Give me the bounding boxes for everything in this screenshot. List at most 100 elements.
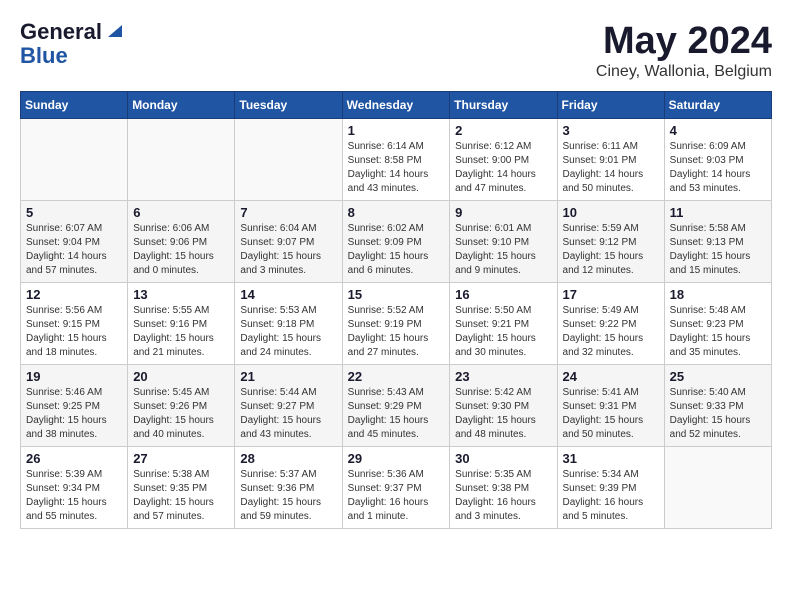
calendar-cell: 16 Sunrise: 5:50 AMSunset: 9:21 PMDayligh… xyxy=(450,283,557,365)
day-info: Sunrise: 5:49 AMSunset: 9:22 PMDaylight:… xyxy=(563,304,659,360)
day-number: 2 xyxy=(455,123,551,138)
calendar-cell xyxy=(235,119,342,201)
calendar-cell: 27Sunrise: 5:38 AMSunset: 9:35 PMDayligh… xyxy=(128,447,235,529)
page-subtitle: Ciney, Wallonia, Belgium xyxy=(596,63,772,81)
day-number: 29 xyxy=(348,451,445,466)
day-info: Sunrise: 5:59 AMSunset: 9:12 PMDaylight:… xyxy=(563,222,659,278)
day-info: Sunrise: 6:07 AMSunset: 9:04 PMDaylight:… xyxy=(26,222,122,278)
logo-triangle-icon xyxy=(104,21,122,39)
day-number: 13 xyxy=(133,287,229,302)
calendar-cell: 18Sunrise: 5:48 AMSunset: 9:23 PMDayligh… xyxy=(664,283,771,365)
calendar-body: 1Sunrise: 6:14 AMSunset: 8:58 PMDaylight… xyxy=(21,119,772,529)
day-number: 31 xyxy=(563,451,659,466)
day-number: 22 xyxy=(348,369,445,384)
weekday-header-sunday: Sunday xyxy=(21,92,128,119)
day-info: Sunrise: 6:14 AMSunset: 8:58 PMDaylight:… xyxy=(348,140,445,196)
calendar-cell: 24 Sunrise: 5:41 AMSunset: 9:31 PMDayligh… xyxy=(557,365,664,447)
weekday-header-monday: Monday xyxy=(128,92,235,119)
weekday-header-tuesday: Tuesday xyxy=(235,92,342,119)
calendar-cell: 4Sunrise: 6:09 AMSunset: 9:03 PMDaylight… xyxy=(664,119,771,201)
calendar-cell xyxy=(128,119,235,201)
weekday-header-friday: Friday xyxy=(557,92,664,119)
weekday-header-thursday: Thursday xyxy=(450,92,557,119)
day-info: Sunrise: 5:55 AMSunset: 9:16 PMDaylight:… xyxy=(133,304,229,360)
calendar-cell: 8 Sunrise: 6:02 AMSunset: 9:09 PMDaylight… xyxy=(342,201,450,283)
header: General Blue May 2024 Ciney, Wallonia, B… xyxy=(20,20,772,81)
day-number: 30 xyxy=(455,451,551,466)
calendar-cell: 9 Sunrise: 6:01 AMSunset: 9:10 PMDaylight… xyxy=(450,201,557,283)
day-info: Sunrise: 5:34 AMSunset: 9:39 PMDaylight:… xyxy=(563,468,659,524)
day-info: Sunrise: 5:45 AMSunset: 9:26 PMDaylight:… xyxy=(133,386,229,442)
calendar-cell: 7 Sunrise: 6:04 AMSunset: 9:07 PMDaylight… xyxy=(235,201,342,283)
day-number: 15 xyxy=(348,287,445,302)
day-info: Sunrise: 6:04 AMSunset: 9:07 PMDaylight:… xyxy=(240,222,336,278)
calendar-cell: 31 Sunrise: 5:34 AMSunset: 9:39 PMDayligh… xyxy=(557,447,664,529)
calendar-cell: 3Sunrise: 6:11 AMSunset: 9:01 PMDaylight… xyxy=(557,119,664,201)
logo-general-text: General xyxy=(20,20,102,44)
day-info: Sunrise: 6:11 AMSunset: 9:01 PMDaylight:… xyxy=(563,140,659,196)
calendar-week-1: 1Sunrise: 6:14 AMSunset: 8:58 PMDaylight… xyxy=(21,119,772,201)
day-number: 20 xyxy=(133,369,229,384)
day-info: Sunrise: 5:42 AMSunset: 9:30 PMDaylight:… xyxy=(455,386,551,442)
calendar-cell: 13 Sunrise: 5:55 AMSunset: 9:16 PMDayligh… xyxy=(128,283,235,365)
calendar-header: SundayMondayTuesdayWednesdayThursdayFrid… xyxy=(21,92,772,119)
day-number: 23 xyxy=(455,369,551,384)
calendar-cell: 28 Sunrise: 5:37 AMSunset: 9:36 PMDayligh… xyxy=(235,447,342,529)
day-info: Sunrise: 5:37 AMSunset: 9:36 PMDaylight:… xyxy=(240,468,336,524)
day-number: 28 xyxy=(240,451,336,466)
day-number: 27 xyxy=(133,451,229,466)
logo: General Blue xyxy=(20,20,122,68)
day-info: Sunrise: 5:35 AMSunset: 9:38 PMDaylight:… xyxy=(455,468,551,524)
day-number: 11 xyxy=(670,205,766,220)
calendar-week-2: 5 Sunrise: 6:07 AMSunset: 9:04 PMDaylight… xyxy=(21,201,772,283)
day-number: 26 xyxy=(26,451,122,466)
day-number: 16 xyxy=(455,287,551,302)
calendar-cell: 19 Sunrise: 5:46 AMSunset: 9:25 PMDayligh… xyxy=(21,365,128,447)
day-number: 25 xyxy=(670,369,766,384)
title-area: May 2024 Ciney, Wallonia, Belgium xyxy=(596,20,772,81)
calendar-week-4: 19 Sunrise: 5:46 AMSunset: 9:25 PMDayligh… xyxy=(21,365,772,447)
calendar-cell: 30 Sunrise: 5:35 AMSunset: 9:38 PMDayligh… xyxy=(450,447,557,529)
day-info: Sunrise: 6:12 AMSunset: 9:00 PMDaylight:… xyxy=(455,140,551,196)
calendar-cell: 15Sunrise: 5:52 AMSunset: 9:19 PMDayligh… xyxy=(342,283,450,365)
day-info: Sunrise: 5:39 AMSunset: 9:34 PMDaylight:… xyxy=(26,468,122,524)
day-info: Sunrise: 5:53 AMSunset: 9:18 PMDaylight:… xyxy=(240,304,336,360)
day-info: Sunrise: 6:02 AMSunset: 9:09 PMDaylight:… xyxy=(348,222,445,278)
calendar-cell: 29Sunrise: 5:36 AMSunset: 9:37 PMDayligh… xyxy=(342,447,450,529)
day-number: 6 xyxy=(133,205,229,220)
day-info: Sunrise: 5:50 AMSunset: 9:21 PMDaylight:… xyxy=(455,304,551,360)
day-number: 8 xyxy=(348,205,445,220)
calendar-cell: 23 Sunrise: 5:42 AMSunset: 9:30 PMDayligh… xyxy=(450,365,557,447)
calendar-cell xyxy=(21,119,128,201)
calendar-cell: 21Sunrise: 5:44 AMSunset: 9:27 PMDayligh… xyxy=(235,365,342,447)
day-number: 4 xyxy=(670,123,766,138)
calendar-cell: 20 Sunrise: 5:45 AMSunset: 9:26 PMDayligh… xyxy=(128,365,235,447)
day-number: 5 xyxy=(26,205,122,220)
day-number: 17 xyxy=(563,287,659,302)
day-number: 7 xyxy=(240,205,336,220)
page-title: May 2024 xyxy=(596,20,772,63)
day-info: Sunrise: 5:41 AMSunset: 9:31 PMDaylight:… xyxy=(563,386,659,442)
weekday-header-wednesday: Wednesday xyxy=(342,92,450,119)
calendar-cell: 17 Sunrise: 5:49 AMSunset: 9:22 PMDayligh… xyxy=(557,283,664,365)
calendar-cell: 26 Sunrise: 5:39 AMSunset: 9:34 PMDayligh… xyxy=(21,447,128,529)
calendar-cell: 10 Sunrise: 5:59 AMSunset: 9:12 PMDayligh… xyxy=(557,201,664,283)
calendar-table: SundayMondayTuesdayWednesdayThursdayFrid… xyxy=(20,91,772,529)
calendar-cell: 25Sunrise: 5:40 AMSunset: 9:33 PMDayligh… xyxy=(664,365,771,447)
day-number: 10 xyxy=(563,205,659,220)
day-info: Sunrise: 5:56 AMSunset: 9:15 PMDaylight:… xyxy=(26,304,122,360)
weekday-header-saturday: Saturday xyxy=(664,92,771,119)
day-info: Sunrise: 6:01 AMSunset: 9:10 PMDaylight:… xyxy=(455,222,551,278)
day-number: 24 xyxy=(563,369,659,384)
calendar-week-3: 12 Sunrise: 5:56 AMSunset: 9:15 PMDayligh… xyxy=(21,283,772,365)
day-info: Sunrise: 5:46 AMSunset: 9:25 PMDaylight:… xyxy=(26,386,122,442)
day-info: Sunrise: 5:48 AMSunset: 9:23 PMDaylight:… xyxy=(670,304,766,360)
calendar-cell: 2 Sunrise: 6:12 AMSunset: 9:00 PMDaylight… xyxy=(450,119,557,201)
day-info: Sunrise: 5:58 AMSunset: 9:13 PMDaylight:… xyxy=(670,222,766,278)
calendar-cell: 22Sunrise: 5:43 AMSunset: 9:29 PMDayligh… xyxy=(342,365,450,447)
day-info: Sunrise: 5:44 AMSunset: 9:27 PMDaylight:… xyxy=(240,386,336,442)
day-number: 9 xyxy=(455,205,551,220)
calendar-cell: 6Sunrise: 6:06 AMSunset: 9:06 PMDaylight… xyxy=(128,201,235,283)
day-number: 19 xyxy=(26,369,122,384)
day-number: 12 xyxy=(26,287,122,302)
